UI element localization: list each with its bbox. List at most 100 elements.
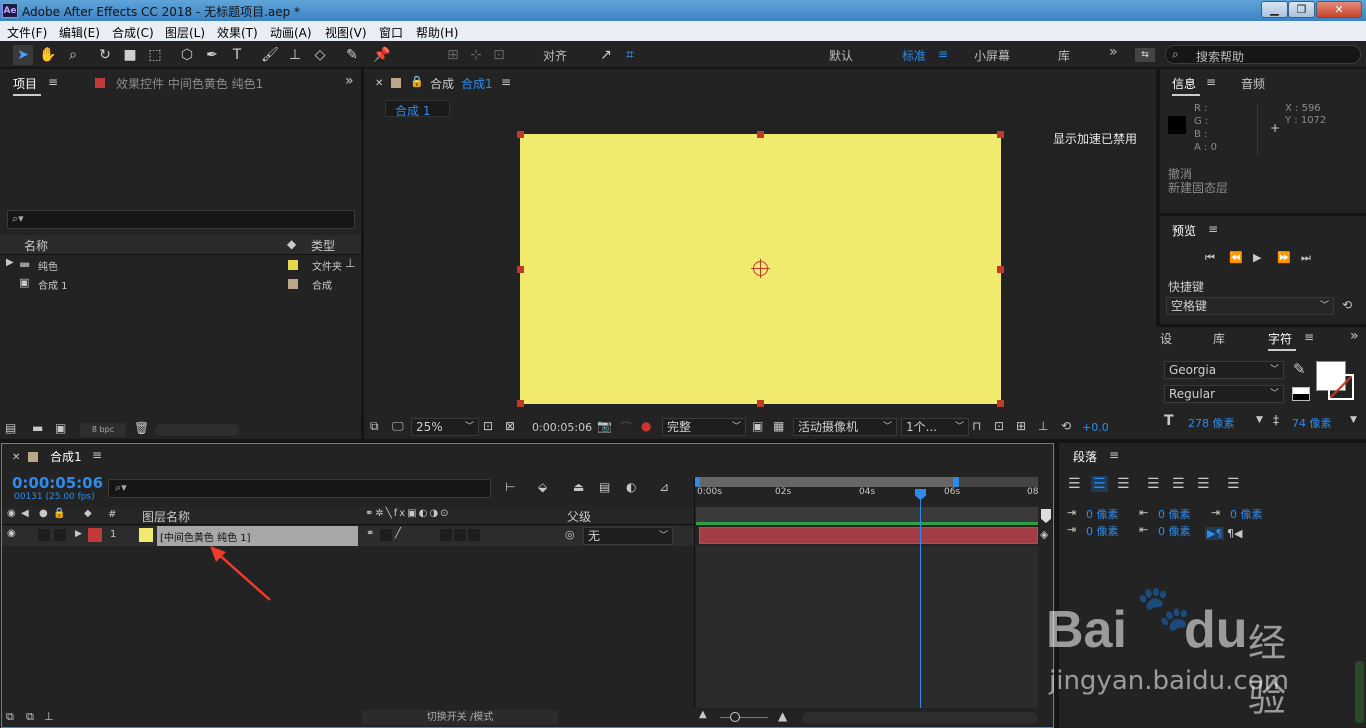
interpret-footage-icon[interactable]: ▤: [5, 421, 16, 435]
audio-switch-icon[interactable]: ◀: [21, 508, 29, 519]
eyedropper-icon[interactable]: ✎: [1293, 360, 1306, 378]
label-column-icon[interactable]: ◆: [84, 508, 92, 519]
hand-tool-icon[interactable]: ✋: [38, 45, 58, 65]
transform-handle[interactable]: [757, 400, 764, 407]
layer-switches-toggle-icon[interactable]: ⧉: [6, 710, 14, 724]
exposure-reset-icon[interactable]: ⟲: [1061, 419, 1071, 433]
blend-switch[interactable]: [454, 529, 466, 541]
first-frame-icon[interactable]: ⏮: [1205, 251, 1215, 265]
column-number[interactable]: #: [108, 509, 116, 520]
zoom-slider-thumb[interactable]: [730, 712, 740, 722]
comp-tab-name[interactable]: 合成1: [461, 75, 493, 92]
new-folder-icon[interactable]: ▬: [32, 421, 43, 435]
transparency-grid-icon[interactable]: ▦: [773, 419, 784, 433]
comp-breadcrumb[interactable]: 合成 1: [385, 100, 450, 118]
space-before-value[interactable]: 0 像素: [1158, 506, 1191, 522]
ltr-direction-icon[interactable]: ▶¶: [1205, 527, 1225, 540]
bpc-button[interactable]: 8 bpc: [80, 423, 126, 437]
tab-audio[interactable]: 音频: [1241, 75, 1265, 92]
next-frame-icon[interactable]: ⏩: [1277, 251, 1291, 264]
zoom-tool-icon[interactable]: ⌕: [63, 45, 83, 65]
parent-dropdown[interactable]: 无 ﹀: [583, 527, 673, 545]
show-snapshot-icon[interactable]: ⌒: [620, 419, 632, 436]
column-layer-name[interactable]: 图层名称: [142, 508, 190, 525]
quality-switch-icon[interactable]: ╱: [395, 528, 401, 539]
viewer-area[interactable]: 显示加速已禁用: [364, 121, 1156, 414]
brush-tool-icon[interactable]: 🖌: [260, 45, 280, 65]
modes-toggle-icon[interactable]: ⧉: [26, 710, 34, 724]
toggle-pixel-aspect-icon[interactable]: ⊓: [972, 419, 981, 433]
align-right-icon[interactable]: ☰: [1117, 476, 1130, 492]
panel-overflow-icon[interactable]: »: [1350, 328, 1359, 344]
work-area-end-icon[interactable]: [1041, 509, 1051, 523]
menu-animation[interactable]: 动画(A): [270, 24, 312, 41]
visibility-eye-icon[interactable]: ◉: [7, 528, 16, 539]
fit-icon[interactable]: ⊡: [483, 419, 493, 433]
reset-icon[interactable]: ⟲: [1342, 298, 1352, 312]
tab-library[interactable]: 库: [1213, 330, 1225, 347]
minimize-button[interactable]: ▁: [1261, 1, 1288, 18]
close-button[interactable]: ✕: [1316, 1, 1362, 18]
eraser-tool-icon[interactable]: ◇: [310, 45, 330, 65]
playhead-handle[interactable]: [915, 489, 926, 500]
3d-switch[interactable]: [468, 529, 480, 541]
character-menu-icon[interactable]: ≡: [1304, 330, 1314, 344]
menu-effect[interactable]: 效果(T): [217, 24, 258, 41]
menu-layer[interactable]: 图层(L): [165, 24, 205, 41]
menu-help[interactable]: 帮助(H): [416, 24, 458, 41]
roi-icon[interactable]: ▣: [752, 419, 763, 433]
menu-file[interactable]: 文件(F): [7, 24, 47, 41]
frame-blending-icon[interactable]: ▤: [599, 480, 610, 494]
local-axis-icon[interactable]: ⊞: [443, 45, 463, 65]
lock-switch-icon[interactable]: 🔒: [53, 508, 65, 519]
fx-switch[interactable]: [440, 529, 452, 541]
justify-all-icon[interactable]: ☰: [1227, 476, 1240, 492]
timeline-search-input[interactable]: ⌕▾: [108, 479, 491, 498]
new-composition-icon[interactable]: ▣: [55, 421, 66, 435]
type-tool-icon[interactable]: T: [227, 45, 247, 65]
always-preview-icon[interactable]: ⧉: [370, 419, 379, 434]
playhead-line[interactable]: [920, 489, 921, 726]
timeline-icon[interactable]: ⊞: [1016, 419, 1026, 433]
menu-window[interactable]: 窗口: [379, 24, 403, 41]
justify-left-icon[interactable]: ☰: [1147, 476, 1160, 492]
preview-menu-icon[interactable]: ≡: [1208, 222, 1218, 236]
shape-tool-icon[interactable]: ⬡: [177, 45, 197, 65]
last-frame-icon[interactable]: ⏭: [1301, 251, 1311, 265]
views-dropdown[interactable]: 1个... ﹀: [901, 418, 969, 436]
vertical-scrollbar[interactable]: [1355, 661, 1364, 723]
leading-value[interactable]: 74 像素: [1292, 415, 1332, 431]
expand-arrow-icon[interactable]: ▶: [6, 257, 14, 268]
label-swatch[interactable]: [288, 260, 298, 270]
timeline-timecode[interactable]: 0:00:05:06: [12, 474, 103, 492]
comp-mini-flowchart-icon[interactable]: ⊢: [505, 480, 515, 494]
comp-marker-icon[interactable]: ◈: [1040, 528, 1048, 541]
hide-shy-layers-icon[interactable]: ⏏: [573, 480, 584, 494]
lock-toggle[interactable]: [54, 529, 66, 541]
pan-behind-tool-icon[interactable]: ⬚: [145, 45, 165, 65]
play-icon[interactable]: ▶: [1253, 251, 1261, 264]
rtl-direction-icon[interactable]: ¶◀: [1227, 527, 1242, 540]
panel-overflow-icon[interactable]: »: [345, 73, 354, 89]
workspace-small-screen[interactable]: 小屏幕: [974, 47, 1010, 64]
draft-3d-icon[interactable]: ⬙: [538, 480, 547, 494]
motion-blur-icon[interactable]: ◐: [626, 480, 636, 494]
delete-icon[interactable]: 🗑: [134, 421, 149, 435]
list-item[interactable]: ▶ ▬ 纯色 文件夹 ⊥: [0, 256, 361, 274]
tab-effect-controls[interactable]: 效果控件 中间色黄色 纯色1: [116, 75, 263, 92]
snapshot-icon[interactable]: 📷: [597, 419, 612, 433]
collapse-switch[interactable]: [380, 529, 392, 541]
shy-switch-icon[interactable]: ⚭: [366, 528, 374, 539]
layer-label-swatch[interactable]: [88, 528, 102, 542]
font-size-value[interactable]: 278 像素: [1188, 415, 1235, 431]
zoom-in-icon[interactable]: ▲: [778, 709, 787, 723]
zoom-slider-track[interactable]: [720, 717, 768, 718]
menu-view[interactable]: 视图(V): [325, 24, 367, 41]
close-tab-icon[interactable]: ✕: [375, 78, 383, 89]
tab-info[interactable]: 信息: [1172, 75, 1196, 92]
label-swatch[interactable]: [288, 279, 298, 289]
workspace-default[interactable]: 默认: [829, 47, 853, 64]
column-type[interactable]: 类型: [311, 237, 335, 254]
snap-target-icon[interactable]: ⌗: [620, 45, 640, 65]
solo-toggle[interactable]: [38, 529, 50, 541]
